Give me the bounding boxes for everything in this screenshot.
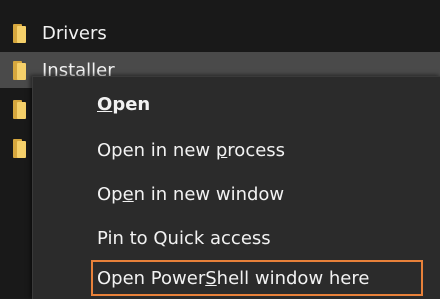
menu-item-label: Open: [97, 93, 151, 115]
menu-item-label: Pin to Quick access: [97, 227, 271, 249]
menu-item-pin-quick-access[interactable]: Pin to Quick access: [33, 218, 440, 258]
folder-icon: [13, 24, 29, 43]
file-name: Drivers: [42, 22, 107, 44]
folder-icon: [13, 61, 29, 80]
menu-item-label: Open in new window: [97, 183, 285, 205]
context-menu: Open Open in new process Open in new win…: [32, 76, 440, 299]
menu-item-open-new-window[interactable]: Open in new window: [33, 174, 440, 214]
menu-item-open[interactable]: Open: [33, 84, 440, 124]
menu-item-open-new-process[interactable]: Open in new process: [33, 130, 440, 170]
folder-icon: [13, 139, 29, 158]
highlight-box: [91, 260, 423, 296]
file-row-drivers[interactable]: Drivers: [0, 16, 440, 50]
menu-item-label: Open in new process: [97, 139, 286, 161]
folder-icon: [13, 100, 29, 119]
